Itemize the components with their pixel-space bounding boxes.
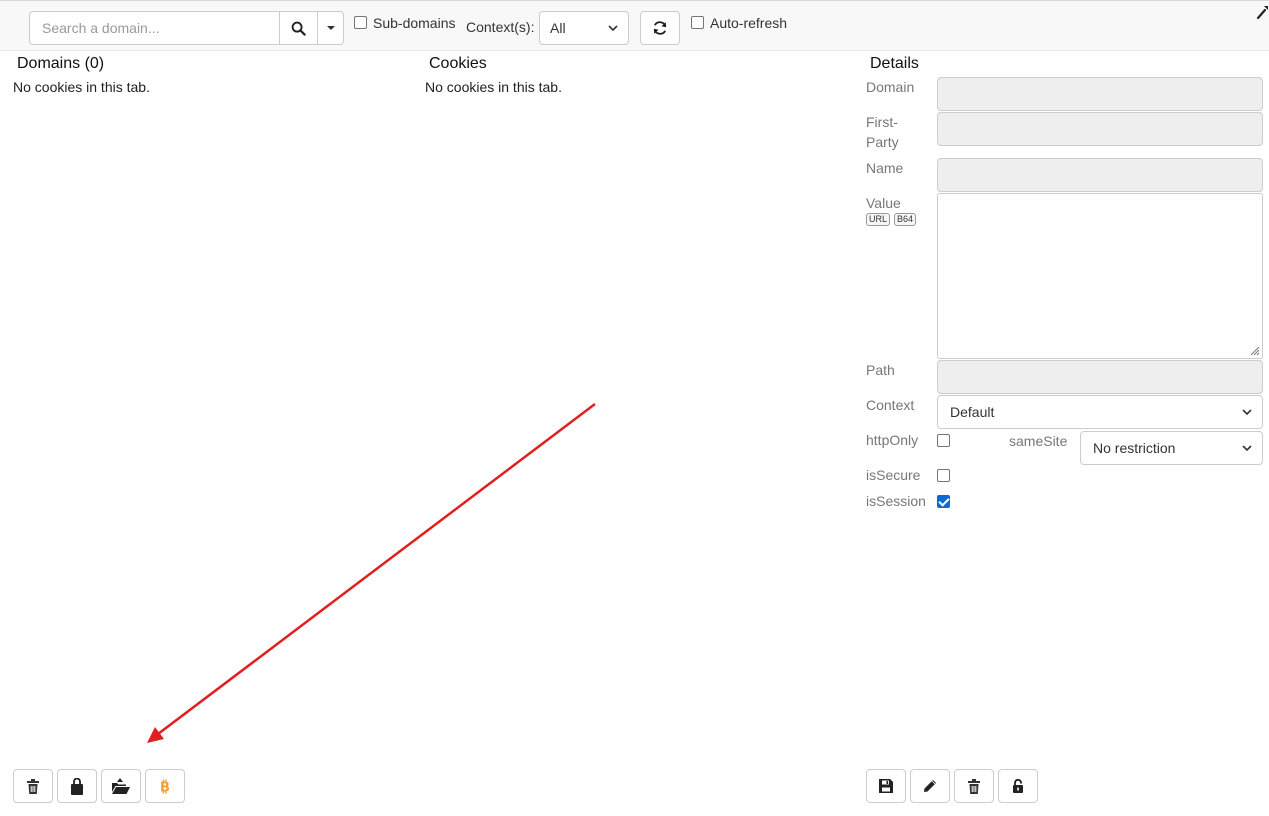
bitcoin-icon: B	[160, 779, 170, 794]
floppy-disk-icon	[879, 779, 893, 793]
pencil-icon	[924, 780, 936, 792]
delete-cookie-button[interactable]	[954, 769, 994, 803]
protect-cookie-button[interactable]	[998, 769, 1038, 803]
folder-open-icon	[112, 778, 130, 794]
edit-cookie-button[interactable]	[910, 769, 950, 803]
protect-button[interactable]	[57, 769, 97, 803]
trash-icon	[968, 778, 980, 794]
donate-button[interactable]: B	[145, 769, 185, 803]
shopping-bag-icon	[71, 777, 83, 795]
lock-icon	[1013, 779, 1023, 793]
import-button[interactable]	[101, 769, 141, 803]
annotation-arrow	[147, 403, 596, 743]
trash-icon	[27, 778, 39, 794]
delete-all-button[interactable]	[13, 769, 53, 803]
save-cookie-button[interactable]	[866, 769, 906, 803]
svg-text:B: B	[160, 780, 170, 794]
